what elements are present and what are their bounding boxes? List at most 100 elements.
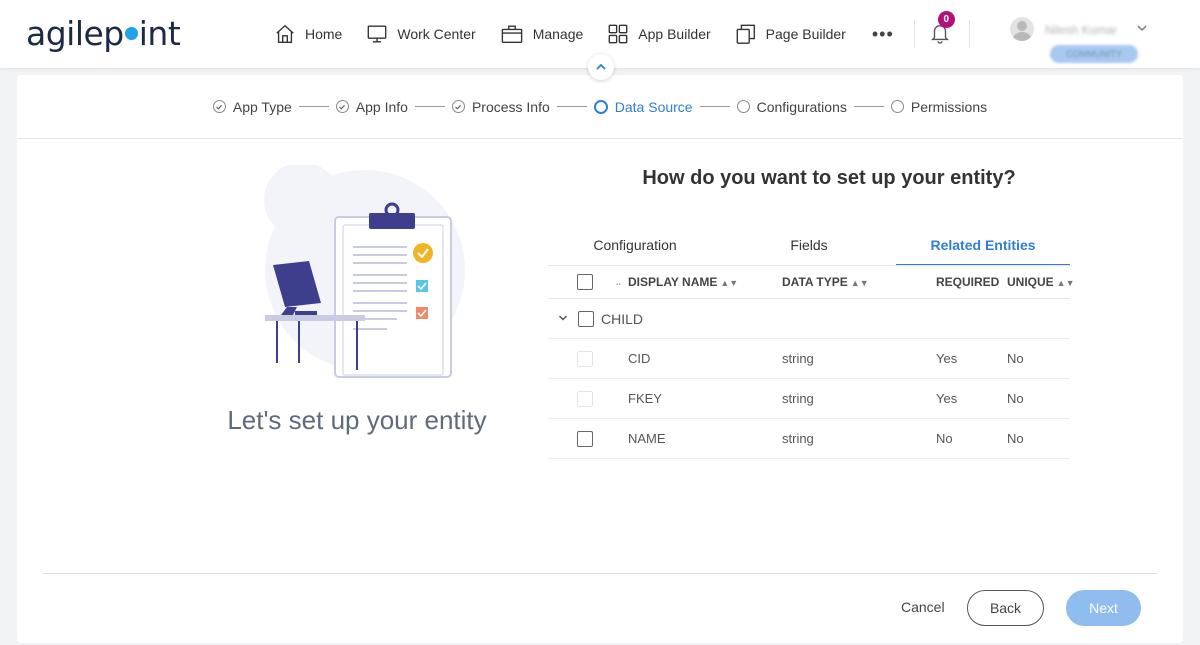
step-label: App Type bbox=[232, 98, 292, 115]
step-label: Configurations bbox=[756, 98, 847, 115]
step-label: Data Source bbox=[614, 98, 693, 115]
column-header-display-name[interactable]: DISPLAY NAME ▲▼ bbox=[628, 275, 738, 289]
step-process-info[interactable]: Process Info bbox=[451, 98, 550, 115]
tab-fields[interactable]: Fields bbox=[722, 230, 896, 266]
step-app-type[interactable]: App Type bbox=[212, 98, 292, 115]
left-panel-title: Let's set up your entity bbox=[227, 405, 487, 435]
sort-icon: ▲▼ bbox=[1056, 278, 1075, 288]
cancel-button[interactable]: Cancel bbox=[901, 599, 945, 615]
step-connector bbox=[853, 106, 884, 107]
row-checkbox[interactable] bbox=[577, 431, 593, 447]
check-circle-icon bbox=[335, 100, 349, 113]
logo-dot bbox=[124, 27, 138, 40]
nav-page-builder[interactable]: Page Builder bbox=[735, 23, 846, 45]
pages-icon bbox=[736, 24, 755, 44]
step-app-info[interactable]: App Info bbox=[335, 98, 408, 115]
nav-work-center[interactable]: Work Center bbox=[366, 23, 476, 45]
tab-configuration[interactable]: Configuration bbox=[548, 230, 722, 266]
step-label: Permissions bbox=[910, 98, 988, 115]
step-data-source[interactable]: Data Source bbox=[593, 98, 693, 115]
user-avatar[interactable] bbox=[1010, 17, 1034, 41]
nav-manage[interactable]: Manage bbox=[500, 23, 584, 45]
cell-display-name: FKEY bbox=[628, 391, 662, 406]
cell-unique: No bbox=[1007, 391, 1024, 406]
empty-circle-icon bbox=[890, 100, 904, 113]
nav-app-builder-label: App Builder bbox=[638, 26, 711, 42]
entity-setup-illustration bbox=[264, 165, 465, 378]
cell-data-type: string bbox=[782, 431, 814, 446]
step-label: App Info bbox=[355, 98, 408, 115]
sort-icon: ▲▼ bbox=[850, 278, 869, 288]
cell-data-type: string bbox=[782, 391, 814, 406]
group-checkbox[interactable] bbox=[578, 311, 594, 327]
more-menu-icon[interactable]: ••• bbox=[872, 24, 894, 45]
group-row: CHILD bbox=[548, 299, 1070, 339]
chevron-down-icon[interactable] bbox=[558, 313, 568, 323]
step-connector bbox=[414, 106, 445, 107]
agilepoint-logo[interactable]: agilep int bbox=[26, 14, 181, 53]
check-circle-icon bbox=[212, 100, 226, 113]
nav-divider bbox=[913, 20, 915, 48]
column-header-unique[interactable]: UNIQUE ▲▼ bbox=[1007, 275, 1075, 289]
home-icon bbox=[276, 24, 294, 43]
chevron-up-icon bbox=[596, 63, 606, 70]
monitor-icon bbox=[367, 25, 387, 43]
nav-manage-label: Manage bbox=[532, 26, 584, 42]
related-entities-table: .. DISPLAY NAME ▲▼ DATA TYPE ▲▼ REQUIRED U… bbox=[548, 265, 1075, 459]
notifications-button[interactable]: 0 bbox=[929, 11, 955, 47]
table-header: .. DISPLAY NAME ▲▼ DATA TYPE ▲▼ REQUIRED U… bbox=[548, 265, 1075, 299]
step-connector bbox=[699, 106, 730, 107]
nav-work-center-label: Work Center bbox=[397, 26, 476, 42]
step-connector bbox=[298, 106, 329, 107]
logo-text-left: agilep bbox=[26, 14, 124, 53]
step-permissions[interactable]: Permissions bbox=[890, 98, 988, 115]
row-checkbox bbox=[577, 351, 593, 367]
nav-home[interactable]: Home bbox=[274, 23, 342, 45]
wizard-card: App Type App Info Process Info Data Sour… bbox=[17, 75, 1183, 643]
user-plan-badge: COMMUNITY bbox=[1050, 45, 1138, 63]
briefcase-icon bbox=[501, 25, 522, 43]
table-row: FKEY string Yes No bbox=[548, 379, 1070, 419]
select-all-checkbox[interactable] bbox=[577, 274, 593, 290]
nav-page-builder-label: Page Builder bbox=[765, 26, 846, 42]
step-connector bbox=[556, 106, 587, 107]
column-header-required[interactable]: REQUIRED bbox=[936, 275, 999, 289]
check-circle-icon bbox=[451, 100, 465, 113]
user-name[interactable]: Nilesh Kumar bbox=[1045, 23, 1117, 37]
footer-divider bbox=[43, 573, 1157, 574]
column-header-data-type[interactable]: DATA TYPE ▲▼ bbox=[782, 275, 869, 289]
wizard-stepper: App Type App Info Process Info Data Sour… bbox=[17, 75, 1183, 139]
cell-required: Yes bbox=[936, 391, 958, 406]
cell-data-type: string bbox=[782, 351, 814, 366]
chevron-down-icon[interactable] bbox=[1136, 22, 1148, 34]
next-button[interactable]: Next bbox=[1066, 590, 1141, 626]
tab-related-entities[interactable]: Related Entities bbox=[896, 230, 1070, 266]
step-label: Process Info bbox=[471, 98, 550, 115]
group-name: CHILD bbox=[601, 310, 644, 327]
notification-badge: 0 bbox=[937, 11, 955, 28]
cell-display-name: CID bbox=[628, 351, 651, 366]
table-row: CID string Yes No bbox=[548, 339, 1070, 379]
nav-home-label: Home bbox=[305, 26, 343, 42]
table-row: NAME string No No bbox=[548, 419, 1070, 459]
cell-required: Yes bbox=[936, 351, 958, 366]
sort-icon: ▲▼ bbox=[720, 278, 739, 288]
logo-text-right: int bbox=[138, 14, 181, 53]
column-header-label: DISPLAY NAME bbox=[628, 275, 718, 289]
grid-icon bbox=[608, 24, 628, 44]
entity-tabs: Configuration Fields Related Entities bbox=[548, 230, 1070, 266]
main-nav: Home Work Center Manage App Builder Page… bbox=[274, 11, 984, 48]
nav-app-builder[interactable]: App Builder bbox=[607, 23, 711, 45]
row-checkbox bbox=[577, 391, 593, 407]
empty-circle-icon bbox=[736, 100, 750, 113]
collapse-nav-button[interactable] bbox=[588, 54, 614, 80]
cell-unique: No bbox=[1007, 351, 1024, 366]
column-resize-handle[interactable]: .. bbox=[616, 277, 621, 287]
back-button[interactable]: Back bbox=[967, 590, 1044, 626]
entity-setup-question: How do you want to set up your entity? bbox=[642, 167, 1016, 189]
column-header-label: DATA TYPE bbox=[782, 275, 848, 289]
step-configurations[interactable]: Configurations bbox=[736, 98, 847, 115]
active-step-circle-icon bbox=[593, 99, 608, 114]
column-header-label: UNIQUE bbox=[1007, 275, 1054, 289]
cell-display-name: NAME bbox=[628, 431, 666, 446]
